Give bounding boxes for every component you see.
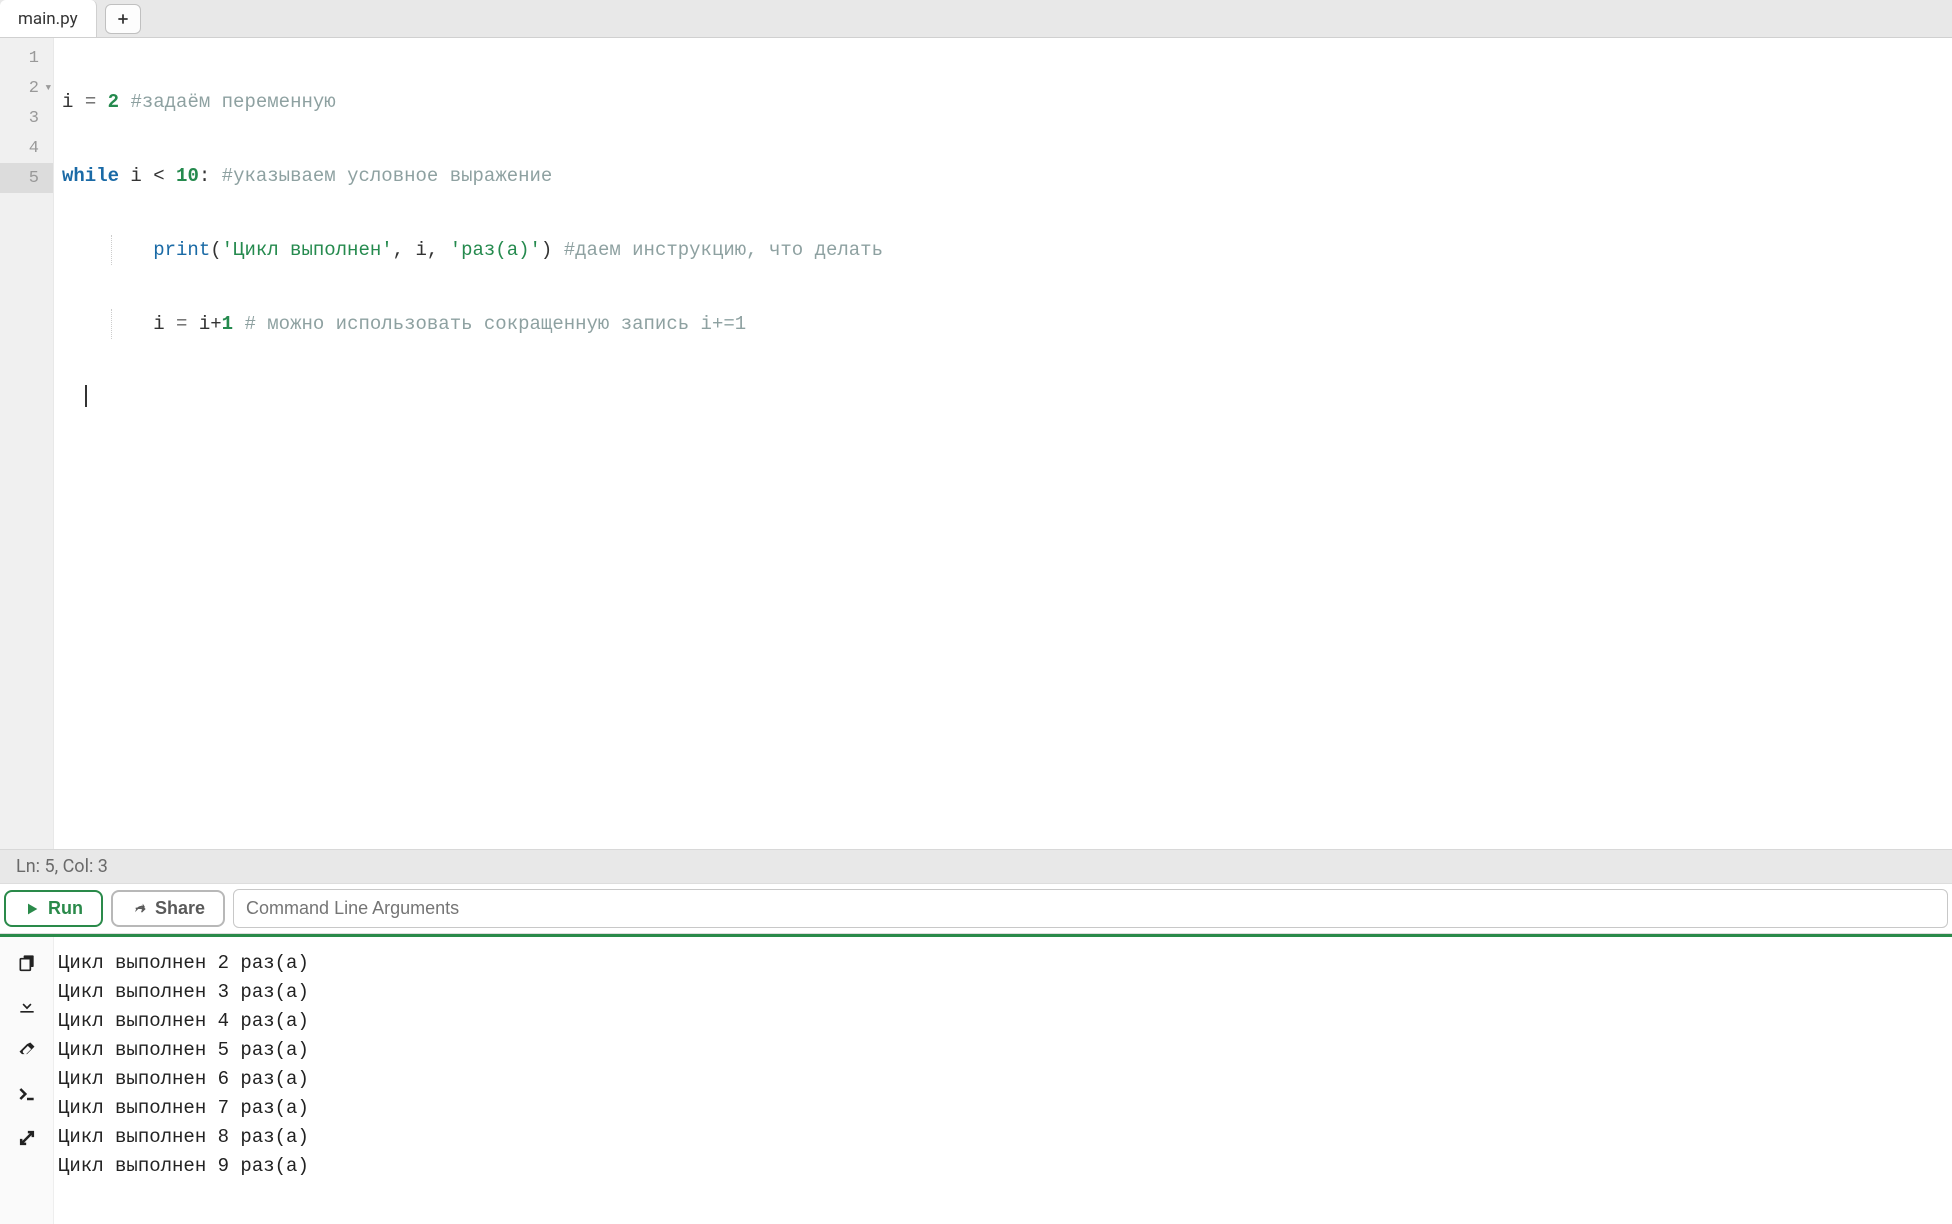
tab-main-py[interactable]: main.py	[0, 0, 97, 37]
status-bar: Ln: 5, Col: 3	[0, 849, 1952, 883]
terminal-icon[interactable]	[16, 1083, 38, 1105]
tab-label: main.py	[18, 9, 78, 29]
share-button[interactable]: Share	[111, 890, 225, 927]
cmdline-container[interactable]	[233, 889, 1948, 928]
download-icon[interactable]	[16, 995, 38, 1017]
output-panel: Цикл выполнен 2 раз(а) Цикл выполнен 3 р…	[0, 934, 1952, 1224]
code-line	[62, 383, 1944, 413]
fold-icon[interactable]: ▼	[46, 83, 51, 93]
plus-icon	[116, 12, 130, 26]
tab-bar: main.py	[0, 0, 1952, 38]
output-sidebar	[0, 937, 54, 1224]
code-line: i = i+1 # можно использовать сокращенную…	[62, 309, 1944, 339]
cmdline-input[interactable]	[246, 898, 1935, 919]
gutter-line: 5	[0, 163, 53, 193]
run-label: Run	[48, 898, 83, 919]
add-tab-button[interactable]	[105, 4, 141, 34]
output-content[interactable]: Цикл выполнен 2 раз(а) Цикл выполнен 3 р…	[54, 937, 1952, 1224]
code-line: i = 2 #задаём переменную	[62, 87, 1944, 117]
toolbar: Run Share	[0, 883, 1952, 934]
copy-icon[interactable]	[16, 951, 38, 973]
cursor	[85, 385, 87, 407]
code-line: while i < 10: #указываем условное выраже…	[62, 161, 1944, 191]
share-icon	[131, 901, 147, 917]
code-editor[interactable]: 1 2 ▼ 3 4 5 i = 2 #задаём переменную whi…	[0, 38, 1952, 849]
gutter-line: 3	[0, 103, 53, 133]
run-button[interactable]: Run	[4, 890, 103, 927]
cursor-position: Ln: 5, Col: 3	[16, 856, 108, 877]
code-line: print('Цикл выполнен', i, 'раз(а)') #дае…	[62, 235, 1944, 265]
play-icon	[24, 901, 40, 917]
line-gutter: 1 2 ▼ 3 4 5	[0, 38, 54, 849]
eraser-icon[interactable]	[16, 1039, 38, 1061]
gutter-line: 2 ▼	[0, 73, 53, 103]
gutter-line: 4	[0, 133, 53, 163]
code-area[interactable]: i = 2 #задаём переменную while i < 10: #…	[54, 38, 1952, 849]
gutter-line: 1	[0, 43, 53, 73]
share-label: Share	[155, 898, 205, 919]
expand-icon[interactable]	[16, 1127, 38, 1149]
